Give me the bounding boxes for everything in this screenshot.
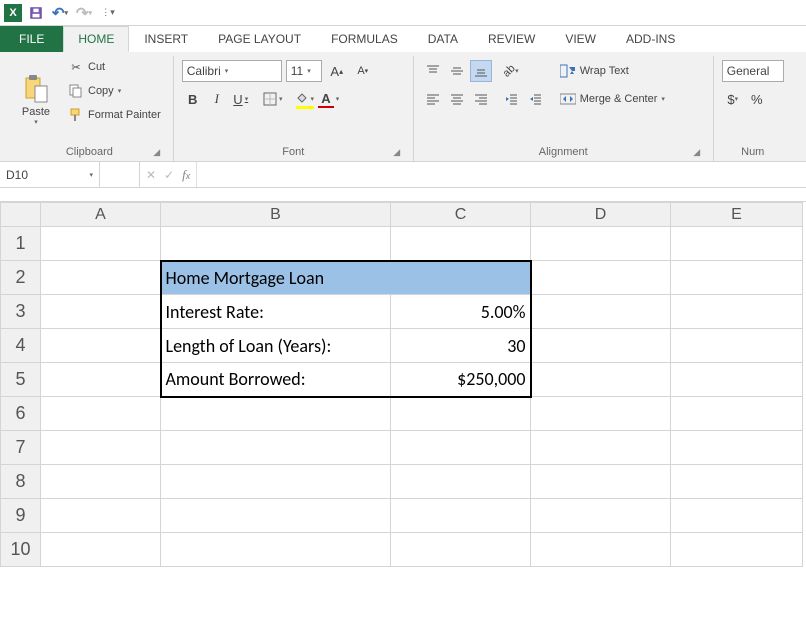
wrap-text-icon xyxy=(560,63,576,79)
group-alignment: ab▾ Wrap Text Merge & Ce xyxy=(414,56,714,161)
formula-bar: D10▾ ✕ ✓ fx xyxy=(0,162,806,188)
format-painter-button[interactable]: Format Painter xyxy=(64,104,165,126)
col-header-D[interactable]: D xyxy=(531,203,671,227)
font-size-combo[interactable]: 11▾ xyxy=(286,60,322,82)
align-left-button[interactable] xyxy=(422,88,444,110)
save-button[interactable] xyxy=(26,3,46,23)
grow-font-button[interactable]: A▴ xyxy=(326,60,348,82)
formula-input[interactable] xyxy=(197,162,806,187)
fx-icon[interactable]: fx xyxy=(182,167,190,183)
group-font: Calibri▾ 11▾ A▴ A▾ B I U▾ ▾ ▾ A▾ Font◢ xyxy=(174,56,414,161)
tab-page-layout[interactable]: PAGE LAYOUT xyxy=(203,26,316,52)
italic-button[interactable]: I xyxy=(206,88,228,110)
tab-view[interactable]: VIEW xyxy=(550,26,611,52)
clipboard-dialog-launcher[interactable]: ◢ xyxy=(151,147,163,159)
font-dialog-launcher[interactable]: ◢ xyxy=(391,147,403,159)
cell-B2[interactable]: Home Mortgage Loan xyxy=(161,261,531,295)
col-header-B[interactable]: B xyxy=(161,203,391,227)
wrap-text-button[interactable]: Wrap Text xyxy=(556,60,669,82)
align-middle-button[interactable] xyxy=(446,60,468,82)
percent-format-button[interactable]: % xyxy=(746,88,768,110)
tab-insert[interactable]: INSERT xyxy=(129,26,203,52)
row-header-5[interactable]: 5 xyxy=(1,363,41,397)
spreadsheet-grid[interactable]: A B C D E 1 2 Home Mortgage Loan 3 Inter… xyxy=(0,202,806,567)
col-header-C[interactable]: C xyxy=(391,203,531,227)
tab-data[interactable]: DATA xyxy=(413,26,473,52)
cell-B4[interactable]: Length of Loan (Years): xyxy=(161,329,391,363)
copy-button[interactable]: Copy ▾ xyxy=(64,80,165,102)
alignment-dialog-launcher[interactable]: ◢ xyxy=(691,147,703,159)
row-header-10[interactable]: 10 xyxy=(1,533,41,567)
font-color-button[interactable]: A▾ xyxy=(318,88,340,110)
redo-button[interactable]: ↷▾ xyxy=(74,3,94,23)
borders-button[interactable]: ▾ xyxy=(262,88,284,110)
row-header-6[interactable]: 6 xyxy=(1,397,41,431)
merge-icon xyxy=(560,91,576,107)
row-header-4[interactable]: 4 xyxy=(1,329,41,363)
orientation-button[interactable]: ab▾ xyxy=(500,60,522,82)
align-top-button[interactable] xyxy=(422,60,444,82)
number-format-combo[interactable]: General xyxy=(722,60,784,82)
enter-formula-button[interactable]: ✓ xyxy=(164,168,174,182)
select-all-corner[interactable] xyxy=(1,203,41,227)
col-header-A[interactable]: A xyxy=(41,203,161,227)
paintbrush-icon xyxy=(68,107,84,123)
font-name-combo[interactable]: Calibri▾ xyxy=(182,60,282,82)
cell-C4[interactable]: 30 xyxy=(391,329,531,363)
shrink-font-button[interactable]: A▾ xyxy=(352,60,374,82)
ribbon: Paste ▾ ✂ Cut Copy ▾ Format Painter xyxy=(0,52,806,162)
increase-indent-button[interactable] xyxy=(524,88,546,110)
name-box[interactable]: D10▾ xyxy=(0,162,100,187)
row-header-9[interactable]: 9 xyxy=(1,499,41,533)
qat-customize-button[interactable]: ⋮▾ xyxy=(98,3,118,23)
bold-button[interactable]: B xyxy=(182,88,204,110)
group-clipboard: Paste ▾ ✂ Cut Copy ▾ Format Painter xyxy=(6,56,174,161)
undo-button[interactable]: ↶▾ xyxy=(50,3,70,23)
tab-home[interactable]: HOME xyxy=(63,26,129,52)
row-header-3[interactable]: 3 xyxy=(1,295,41,329)
tab-file[interactable]: FILE xyxy=(0,26,63,52)
fill-color-button[interactable]: ▾ xyxy=(294,88,316,110)
copy-icon xyxy=(68,83,84,99)
paste-button[interactable]: Paste ▾ xyxy=(14,56,58,143)
excel-logo-icon: X xyxy=(4,4,22,22)
quick-access-toolbar: X ↶▾ ↷▾ ⋮▾ xyxy=(0,0,806,26)
cell-C3[interactable]: 5.00% xyxy=(391,295,531,329)
tab-add-ins[interactable]: ADD-INS xyxy=(611,26,690,52)
align-bottom-button[interactable] xyxy=(470,60,492,82)
cell-B5[interactable]: Amount Borrowed: xyxy=(161,363,391,397)
cancel-formula-button[interactable]: ✕ xyxy=(146,168,156,182)
row-header-2[interactable]: 2 xyxy=(1,261,41,295)
tab-review[interactable]: REVIEW xyxy=(473,26,550,52)
group-number: General $▾ % Num xyxy=(714,56,792,161)
align-center-button[interactable] xyxy=(446,88,468,110)
cell-B3[interactable]: Interest Rate: xyxy=(161,295,391,329)
underline-button[interactable]: U▾ xyxy=(230,88,252,110)
scissors-icon: ✂ xyxy=(68,59,84,75)
tab-formulas[interactable]: FORMULAS xyxy=(316,26,413,52)
accounting-format-button[interactable]: $▾ xyxy=(722,88,744,110)
ribbon-tabs: FILE HOME INSERT PAGE LAYOUT FORMULAS DA… xyxy=(0,26,806,52)
cut-button[interactable]: ✂ Cut xyxy=(64,56,165,78)
row-header-8[interactable]: 8 xyxy=(1,465,41,499)
align-right-button[interactable] xyxy=(470,88,492,110)
cell-C5[interactable]: $250,000 xyxy=(391,363,531,397)
decrease-indent-button[interactable] xyxy=(500,88,522,110)
row-header-1[interactable]: 1 xyxy=(1,227,41,261)
col-header-E[interactable]: E xyxy=(671,203,803,227)
merge-center-button[interactable]: Merge & Center ▾ xyxy=(556,88,669,110)
row-header-7[interactable]: 7 xyxy=(1,431,41,465)
